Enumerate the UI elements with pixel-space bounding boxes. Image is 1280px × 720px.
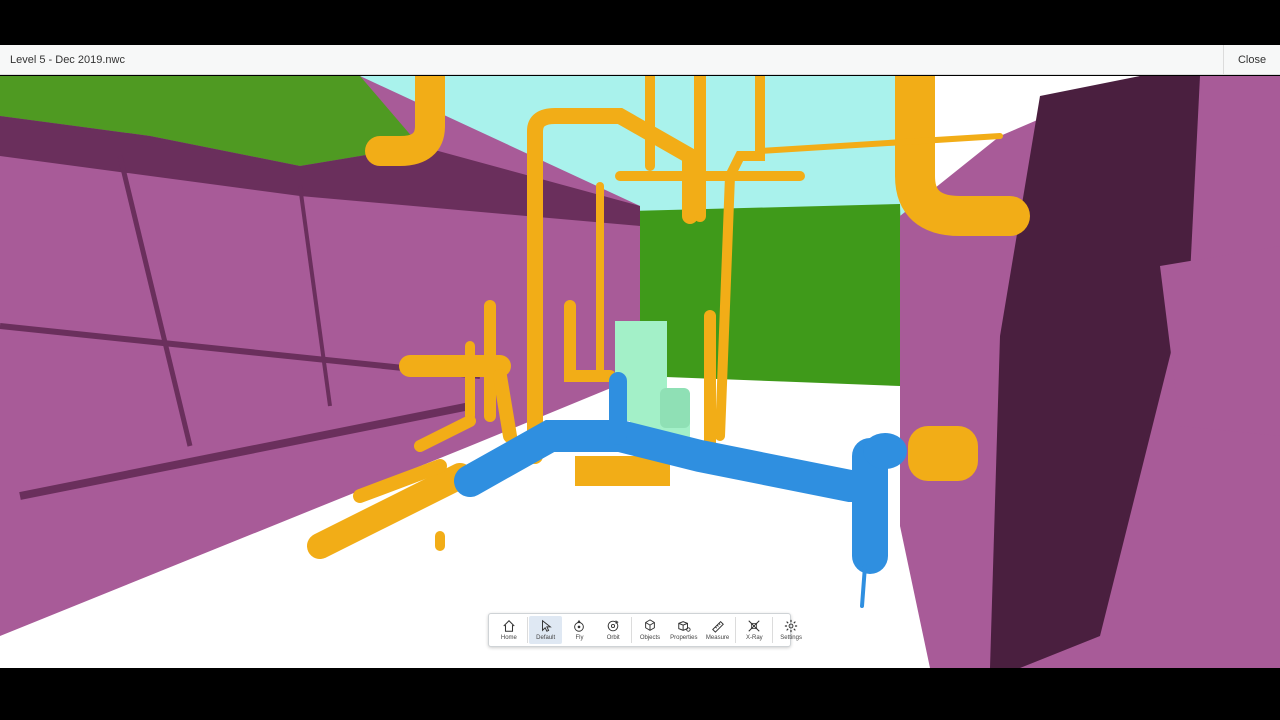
properties-icon	[678, 621, 691, 632]
objects-label: Objects	[639, 635, 661, 641]
toolbar-divider	[735, 617, 737, 643]
properties-label: Properties	[670, 635, 698, 641]
toolbar-divider	[772, 617, 774, 643]
default-button[interactable]: Default	[529, 616, 563, 644]
viewer-toolbar: Home Default Fly Orbit Objects Propertie…	[488, 613, 802, 647]
close-button[interactable]: Close	[1223, 45, 1280, 74]
measure-button[interactable]: Measure	[701, 616, 734, 644]
settings-label: Settings	[780, 635, 802, 641]
measure-label: Measure	[705, 635, 730, 641]
pointer-icon	[541, 619, 552, 632]
title-bar: Level 5 - Dec 2019.nwc Close	[0, 45, 1280, 75]
back-green-wall	[630, 204, 905, 396]
xray-icon	[748, 620, 760, 632]
blue-pipe-elbow	[863, 433, 907, 469]
3d-viewport[interactable]	[0, 76, 1280, 668]
toolbar-divider	[526, 617, 528, 643]
fly-button[interactable]: Fly	[563, 616, 596, 644]
fly-icon	[574, 619, 585, 632]
xray-label: X-Ray	[746, 635, 763, 641]
right-wall-panel	[1160, 246, 1280, 436]
orbit-label: Orbit	[606, 635, 620, 641]
orbit-button[interactable]: Orbit	[597, 616, 630, 644]
toolbar-divider	[631, 617, 633, 643]
xray-button[interactable]: X-Ray	[738, 616, 771, 644]
document-title: Level 5 - Dec 2019.nwc	[10, 54, 125, 66]
pump-motor	[660, 388, 690, 428]
home-icon	[503, 620, 515, 632]
objects-button[interactable]: Objects	[634, 616, 667, 644]
home-label: Home	[500, 635, 517, 641]
home-button[interactable]: Home	[492, 616, 525, 644]
cubes-icon	[645, 619, 655, 631]
fly-label: Fly	[575, 635, 584, 641]
ruler-icon	[711, 620, 724, 633]
default-label: Default	[536, 635, 556, 641]
settings-button[interactable]: Settings	[775, 616, 808, 644]
properties-button[interactable]: Properties	[667, 616, 700, 644]
orbit-icon	[607, 620, 619, 632]
yellow-pipe-stub	[908, 426, 978, 481]
scene-render[interactable]	[0, 76, 1280, 668]
gear-icon	[785, 619, 798, 633]
